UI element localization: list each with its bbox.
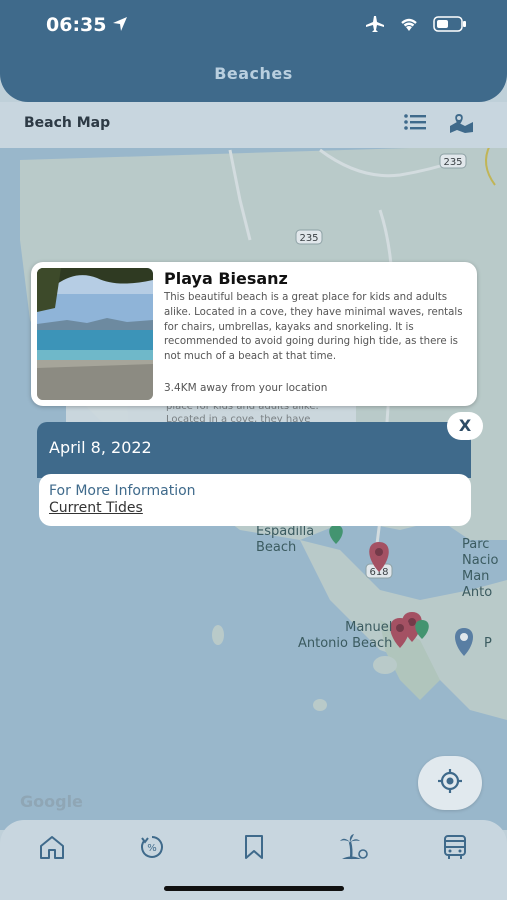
beach-distance: 3.4KM away from your location [164,382,328,394]
list-view-icon[interactable] [403,112,427,138]
road-shield-235-top: 235 [443,157,462,168]
battery-icon [433,16,467,36]
more-info-label: For More Information [49,483,196,499]
status-time: 06:35 [46,14,107,36]
map-toolbar: Beach Map [0,102,507,148]
nav-home[interactable] [37,834,67,864]
beach-name: Playa Biesanz [164,269,288,288]
app-header: 06:35 Beaches [0,0,507,102]
nav-deals[interactable]: % [137,834,167,864]
beach-detail-card[interactable]: Playa Biesanz This beautiful beach is a … [31,262,477,406]
tide-panel-header: April 8, 2022 [37,422,471,478]
crosshair-icon [437,768,463,798]
home-indicator [164,886,344,891]
tide-info-box: For More Information Current Tides [39,474,471,526]
percent-timer-icon: % [139,834,165,864]
espadilla-beach-label: Espadilla Beach [256,524,315,555]
palm-tree-icon [339,833,369,865]
page-title: Beaches [214,64,293,83]
nav-saved[interactable] [239,834,269,864]
location-arrow-icon [112,16,128,36]
edge-place-label: P [484,636,492,651]
bus-icon [441,833,469,865]
parque-nacional-label: Parc Nacio Man Anto [462,537,499,600]
status-icons [365,15,467,37]
tide-date: April 8, 2022 [49,438,152,457]
close-button[interactable]: X [447,412,483,440]
app-screen: 235 235 618 place for kids and adults al… [0,0,507,900]
svg-text:%: % [147,843,157,854]
map-section-title: Beach Map [24,115,111,131]
beach-description: This beautiful beach is a great place fo… [164,292,463,363]
my-location-button[interactable] [418,756,482,810]
manuel-antonio-beach-label: Manuel Antonio Beach [298,620,393,651]
beach-photo [37,268,153,400]
road-shield-235: 235 [299,233,318,244]
current-tides-link[interactable]: Current Tides [49,500,143,516]
bookmark-icon [243,834,265,864]
airplane-icon [365,15,385,37]
google-attribution: Google [20,792,83,811]
nav-beaches[interactable] [339,834,369,864]
nav-transport[interactable] [440,834,470,864]
wifi-icon [399,16,419,36]
home-icon [38,834,66,864]
map-view-icon[interactable] [449,112,475,138]
